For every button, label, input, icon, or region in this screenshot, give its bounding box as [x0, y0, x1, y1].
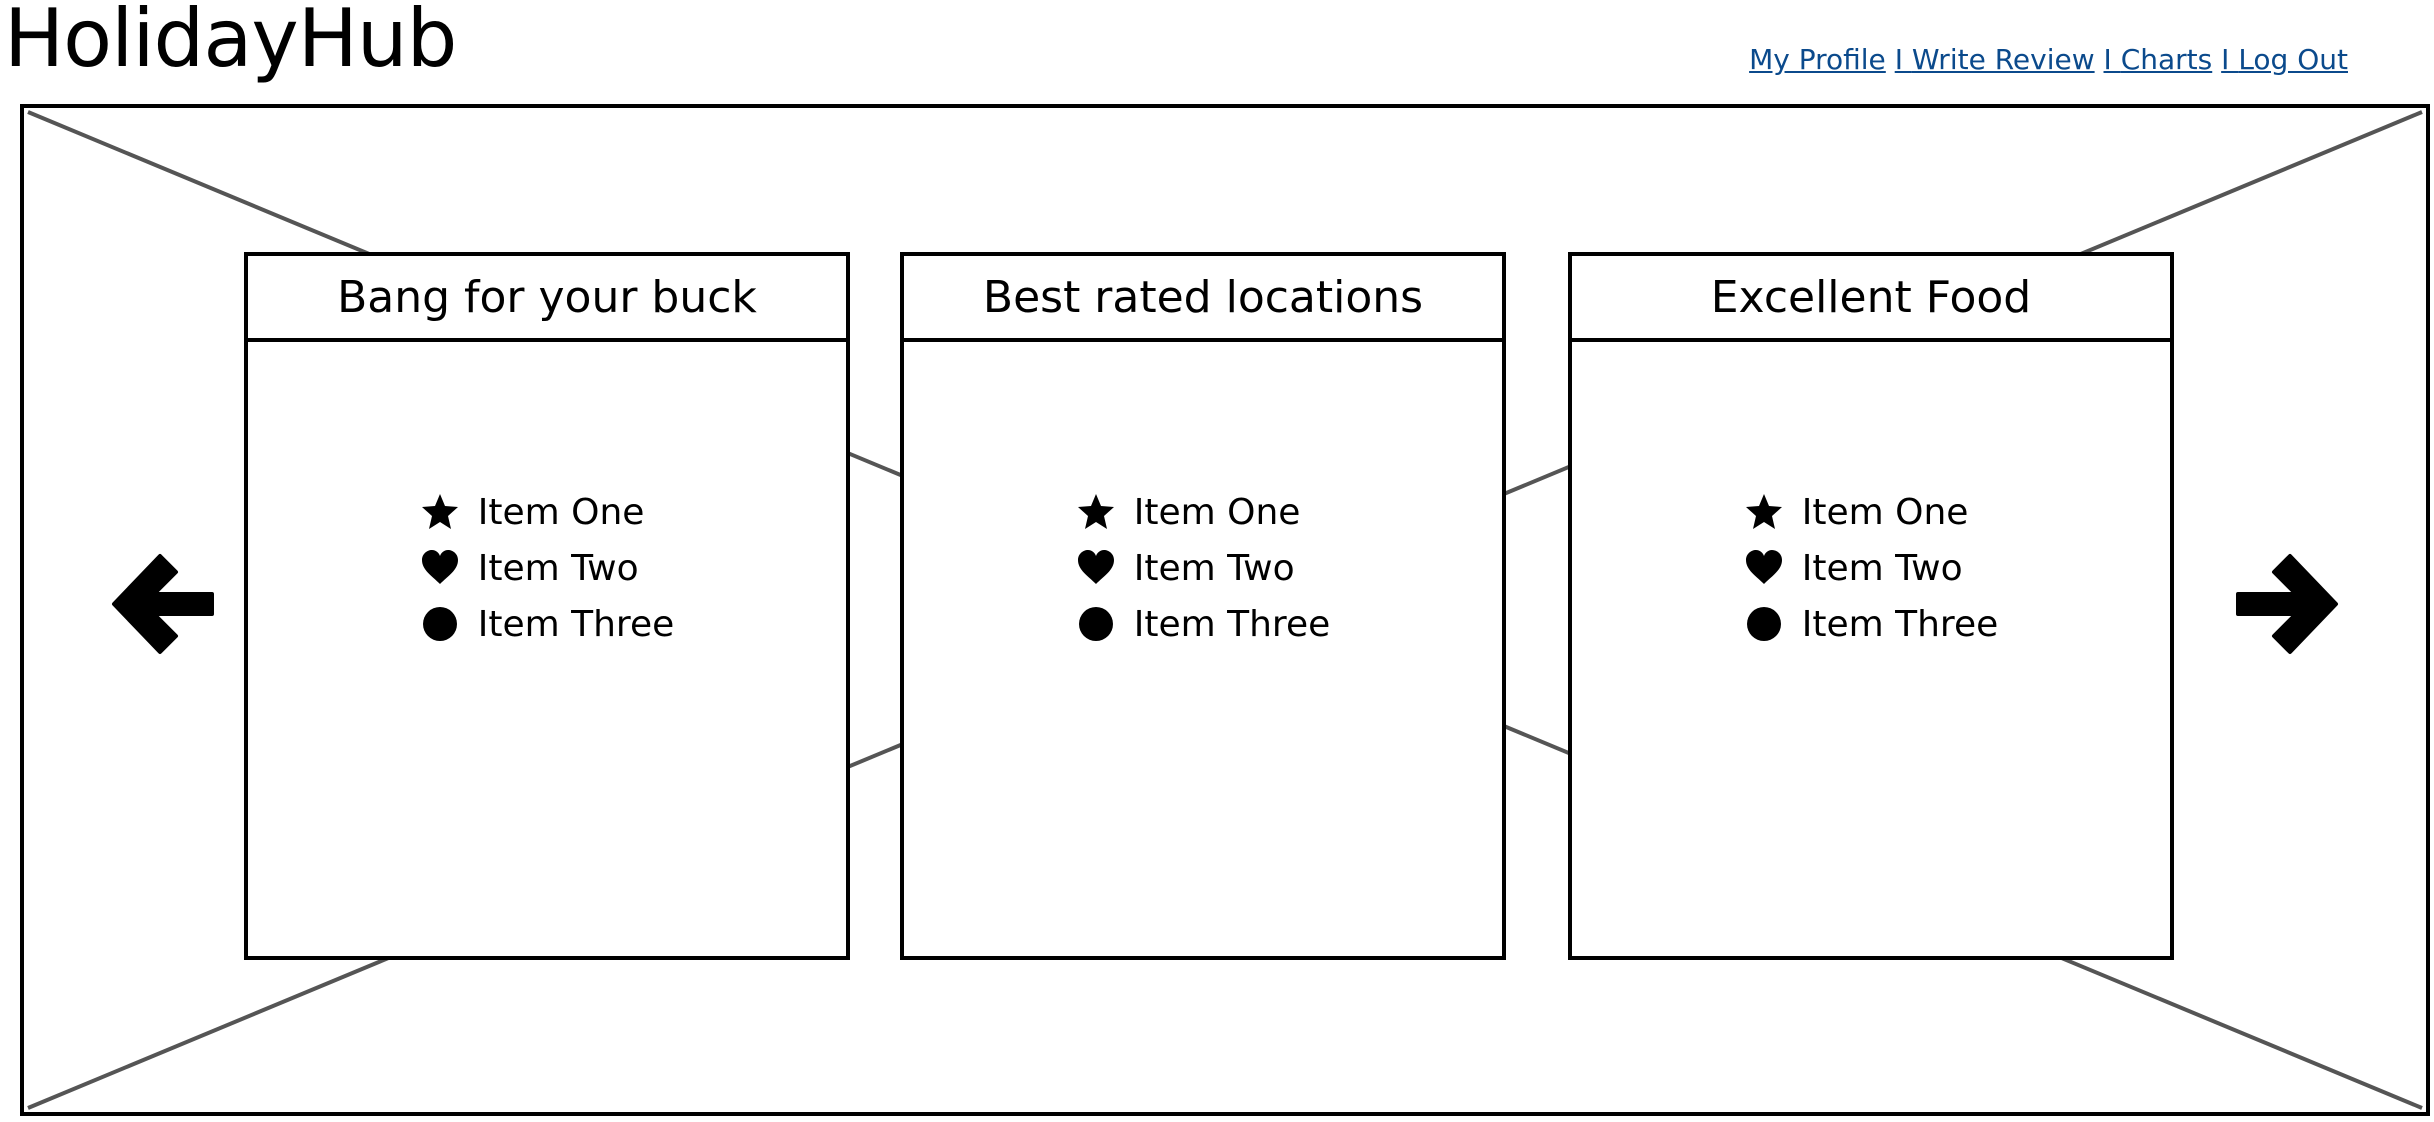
- list-item: Item Three: [1744, 596, 1999, 652]
- heart-icon: [420, 548, 460, 588]
- nav-separator: I: [2103, 43, 2121, 76]
- arrow-right-icon: [2236, 554, 2338, 654]
- circle-icon: [1744, 604, 1784, 644]
- card-bang-for-your-buck[interactable]: Bang for your buck Item One Item Two Ite…: [244, 252, 850, 960]
- list-item: Item Two: [1076, 540, 1331, 596]
- list-item-label: Item Three: [477, 603, 675, 645]
- card-excellent-food[interactable]: Excellent Food Item One Item Two Item Th…: [1568, 252, 2174, 960]
- nav-link-my-profile[interactable]: My Profile: [1749, 43, 1886, 76]
- nav-separator: I: [1894, 43, 1912, 76]
- star-icon: [420, 492, 460, 532]
- circle-icon: [420, 604, 460, 644]
- list-item-label: Item Two: [1133, 547, 1295, 589]
- nav-link-charts[interactable]: Charts: [2121, 43, 2213, 76]
- card-title: Bang for your buck: [248, 256, 846, 342]
- app-title: HolidayHub: [4, 0, 457, 85]
- list-item: Item Three: [420, 596, 675, 652]
- card-item-list: Item One Item Two Item Three: [1572, 484, 2170, 652]
- list-item: Item Three: [1076, 596, 1331, 652]
- card-item-list: Item One Item Two Item Three: [248, 484, 846, 652]
- card-best-rated-locations[interactable]: Best rated locations Item One Item Two I…: [900, 252, 1506, 960]
- star-icon: [1744, 492, 1784, 532]
- star-icon: [1076, 492, 1116, 532]
- list-item-label: Item One: [477, 491, 645, 533]
- list-item: Item One: [1076, 484, 1331, 540]
- nav-link-log-out[interactable]: Log Out: [2238, 43, 2348, 76]
- list-item: Item Two: [1744, 540, 1999, 596]
- list-item-label: Item One: [1801, 491, 1969, 533]
- list-item-label: Item Two: [477, 547, 639, 589]
- list-item: Item One: [1744, 484, 1999, 540]
- list-item-label: Item Three: [1133, 603, 1331, 645]
- nav-link-write-review[interactable]: Write Review: [1912, 43, 2095, 76]
- heart-icon: [1744, 548, 1784, 588]
- list-item-label: Item One: [1133, 491, 1301, 533]
- carousel-prev-button[interactable]: [108, 548, 218, 658]
- card-title: Best rated locations: [904, 256, 1502, 342]
- card-title: Excellent Food: [1572, 256, 2170, 342]
- nav-separator: I: [2221, 43, 2239, 76]
- list-item: Item One: [420, 484, 675, 540]
- list-item-label: Item Three: [1801, 603, 1999, 645]
- arrow-left-icon: [112, 554, 214, 654]
- carousel: Bang for your buck Item One Item Two Ite…: [20, 104, 2430, 1116]
- heart-icon: [1076, 548, 1116, 588]
- page: HolidayHub My Profile I Write Review I C…: [0, 0, 2434, 1122]
- top-nav: My Profile I Write Review I Charts I Log…: [1749, 42, 2348, 78]
- list-item: Item Two: [420, 540, 675, 596]
- list-item-label: Item Two: [1801, 547, 1963, 589]
- circle-icon: [1076, 604, 1116, 644]
- card-item-list: Item One Item Two Item Three: [904, 484, 1502, 652]
- carousel-next-button[interactable]: [2232, 548, 2342, 658]
